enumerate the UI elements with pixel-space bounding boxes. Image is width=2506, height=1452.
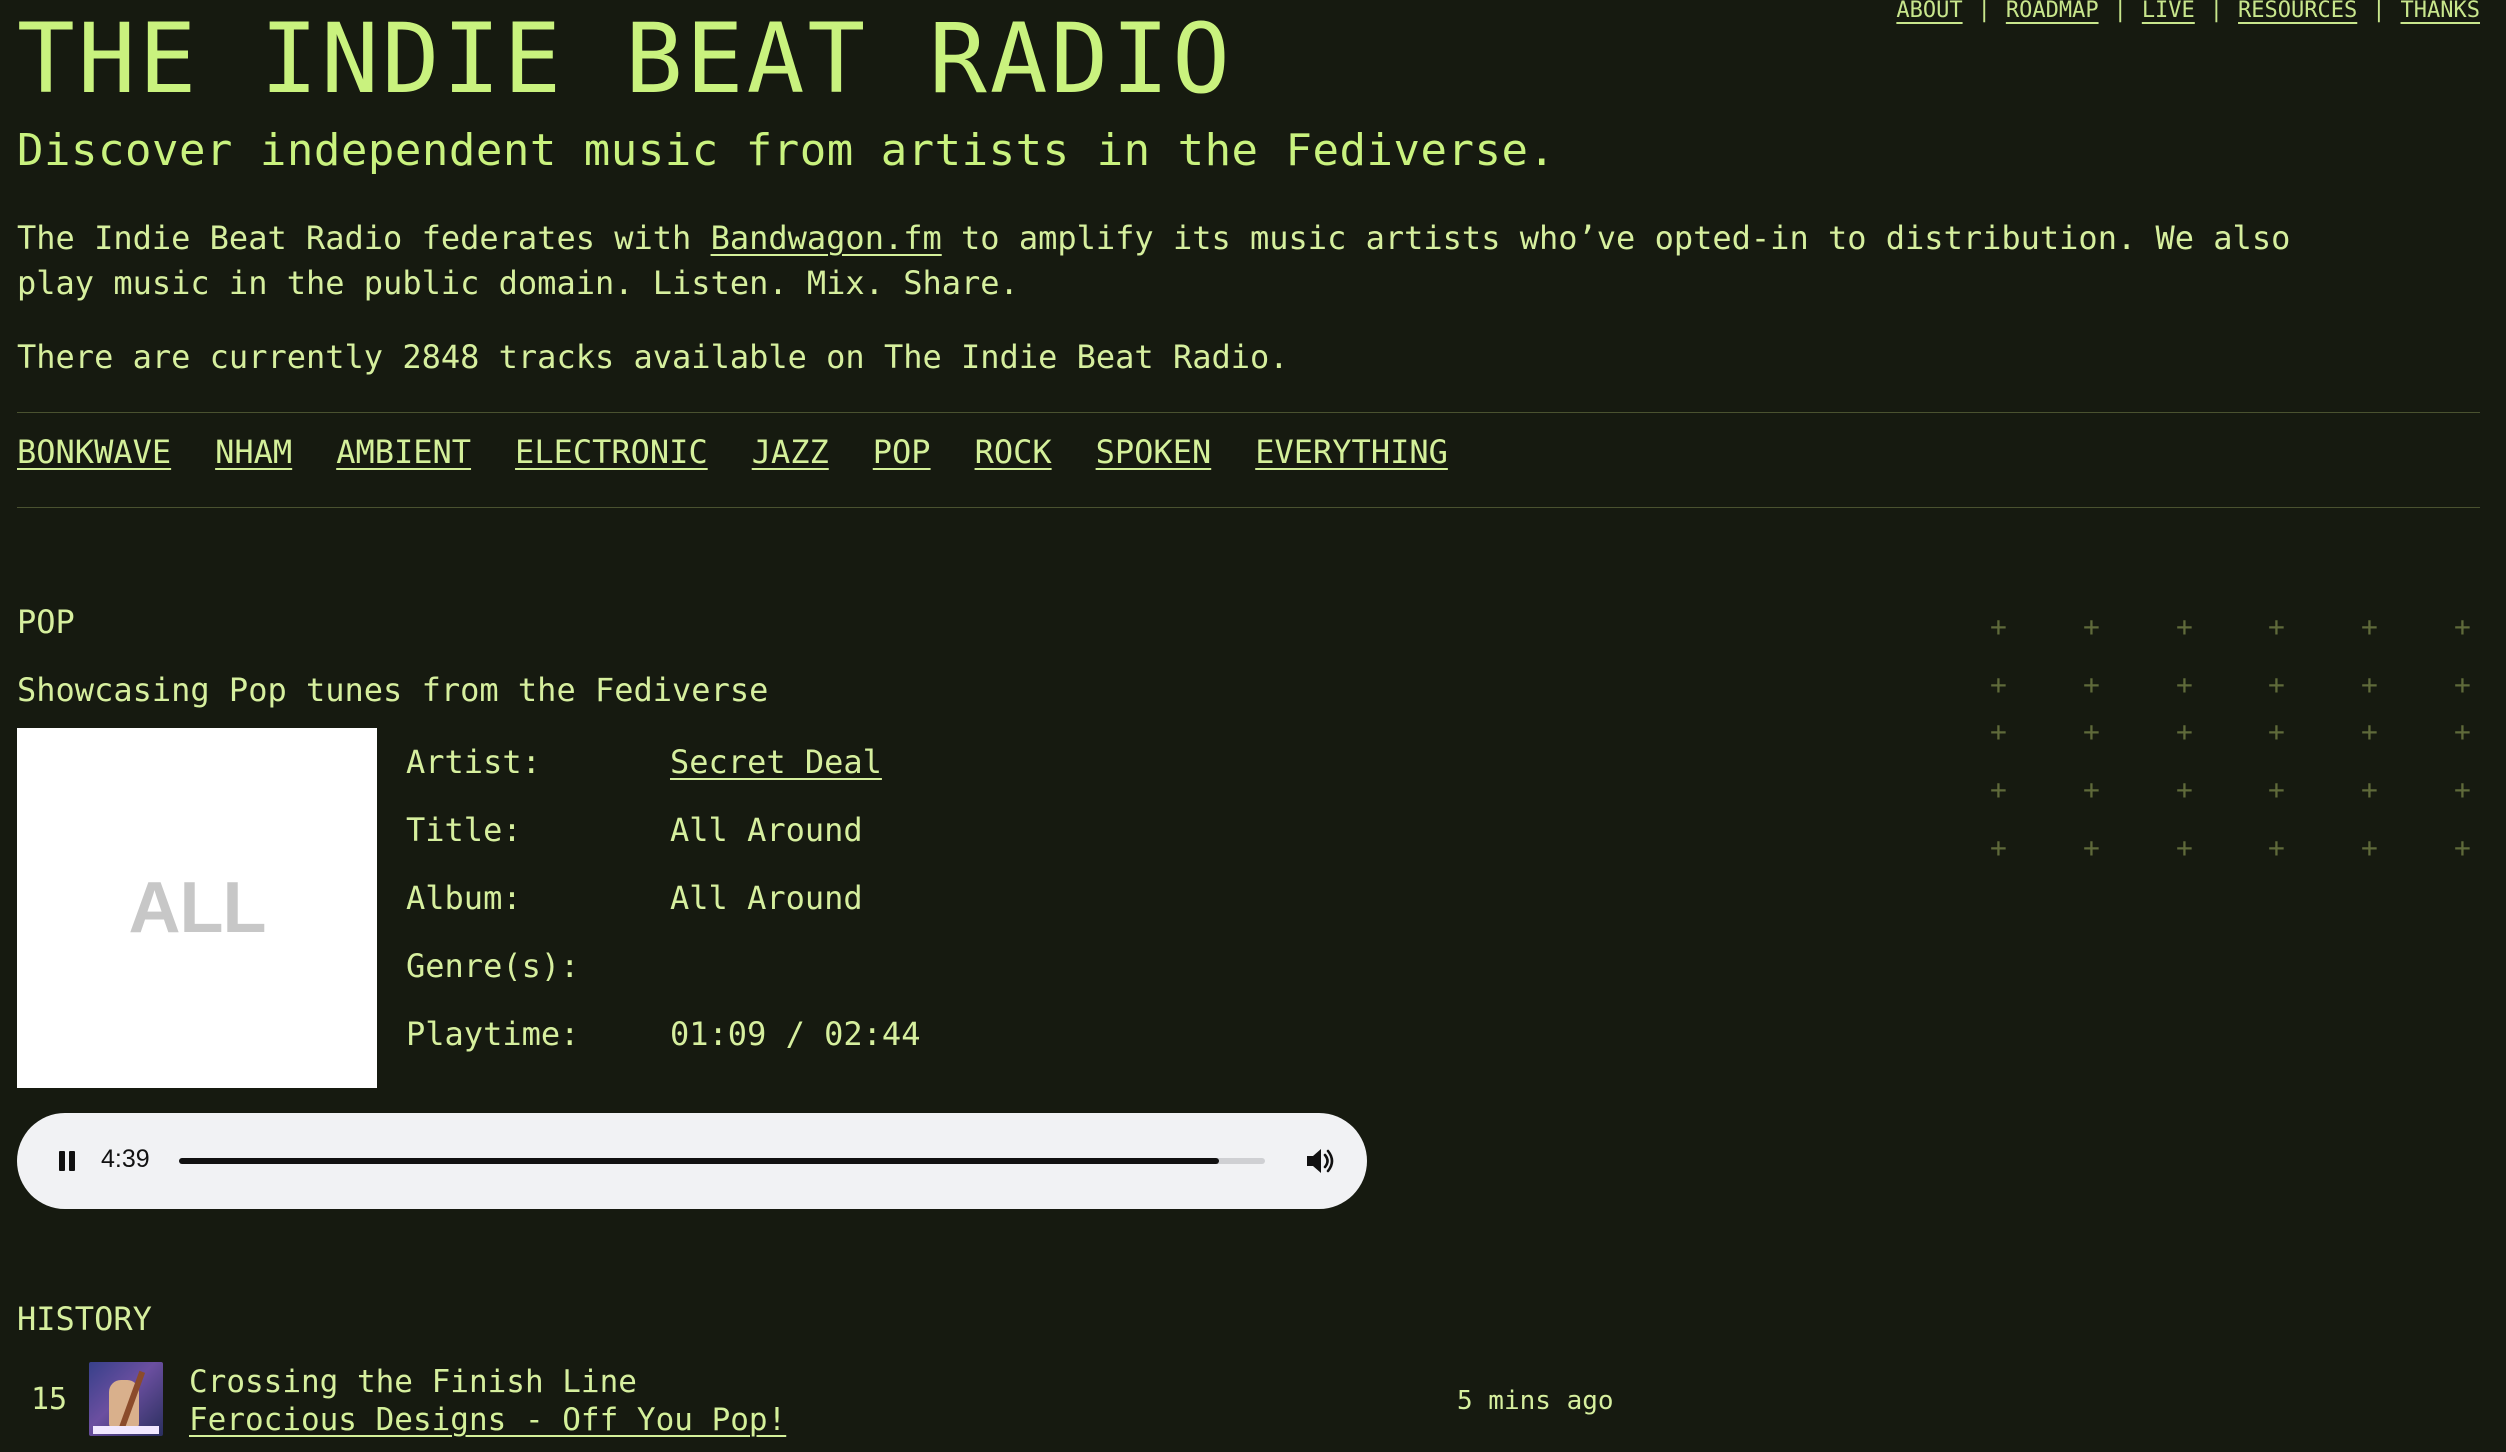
decorative-plus: + [2083, 668, 2100, 701]
decorative-plus: + [2268, 610, 2285, 643]
nav-separator: | [2372, 0, 2386, 23]
site-title: THE INDIE BEAT RADIO [17, 3, 1233, 115]
bandwagon-link[interactable]: Bandwagon.fm [711, 219, 942, 257]
decorative-plus: + [2454, 831, 2471, 864]
genres-label: Genre(s): [406, 947, 580, 985]
genre-link-nham[interactable]: NHAM [215, 433, 292, 471]
nav-separator: | [2209, 0, 2224, 23]
nav-live-link[interactable]: LIVE [2142, 0, 2195, 23]
nav-roadmap-link[interactable]: ROADMAP [2006, 0, 2099, 23]
history-track-title: Crossing the Finish Line [189, 1364, 637, 1400]
genre-link-everything[interactable]: EVERYTHING [1255, 433, 1448, 471]
decorative-plus: + [2083, 715, 2100, 748]
decorative-plus: + [2454, 668, 2471, 701]
decorative-plus: + [1990, 773, 2007, 806]
station-title: POP [17, 603, 75, 641]
playtime-label: Playtime: [406, 1015, 580, 1053]
track-count: There are currently 2848 tracks availabl… [17, 338, 1289, 376]
meta-row-artist: Artist: Secret Deal [406, 728, 920, 796]
decorative-plus: + [2361, 715, 2378, 748]
genre-nav: BONKWAVE NHAM AMBIENT ELECTRONIC JAZZ PO… [17, 433, 1448, 471]
title-value: All Around [670, 811, 863, 849]
divider [17, 412, 2480, 413]
decorative-plus: + [2454, 773, 2471, 806]
decorative-plus: + [2361, 668, 2378, 701]
intro-paragraph: The Indie Beat Radio federates with Band… [17, 216, 2337, 306]
pause-icon[interactable] [55, 1149, 79, 1173]
album-cover-text: ALL AROUND [128, 868, 267, 948]
decorative-plus: + [2268, 668, 2285, 701]
title-label: Title: [406, 811, 522, 849]
genre-link-bonkwave[interactable]: BONKWAVE [17, 433, 171, 471]
progress-fill [179, 1158, 1220, 1164]
playtime-value: 01:09 / 02:44 [670, 1015, 921, 1053]
top-nav: ABOUT | ROADMAP | LIVE | RESOURCES | THA… [1896, 0, 2480, 23]
station-description: Showcasing Pop tunes from the Fediverse [17, 671, 769, 709]
artist-link[interactable]: Secret Deal [670, 743, 882, 781]
decorative-plus: + [2083, 610, 2100, 643]
decorative-plus: + [2268, 715, 2285, 748]
genre-link-ambient[interactable]: AMBIENT [336, 433, 471, 471]
history-thumbnail [89, 1362, 163, 1436]
track-metadata: Artist: Secret Deal Title: All Around Al… [406, 728, 920, 1068]
decorative-plus: + [2176, 831, 2193, 864]
decorative-plus: + [2454, 715, 2471, 748]
album-value: All Around [670, 879, 863, 917]
decorative-plus: + [2361, 610, 2378, 643]
decorative-plus: + [2083, 831, 2100, 864]
meta-row-album: Album: All Around [406, 864, 920, 932]
player-time: 4:39 [101, 1145, 150, 1173]
decorative-plus: + [1990, 715, 2007, 748]
intro-text: The Indie Beat Radio federates with [17, 219, 711, 257]
genre-link-rock[interactable]: ROCK [975, 433, 1052, 471]
decorative-plus: + [2361, 831, 2378, 864]
genre-link-pop[interactable]: POP [873, 433, 931, 471]
audio-player: 4:39 [17, 1113, 1367, 1209]
history-track-link[interactable]: Ferocious Designs - Off You Pop! [189, 1402, 786, 1438]
nav-separator: | [1977, 0, 1991, 23]
decorative-plus: + [2361, 773, 2378, 806]
decorative-plus: + [1990, 610, 2007, 643]
decorative-plus: + [2454, 610, 2471, 643]
album-cover: ALL AROUND [17, 728, 377, 1088]
nav-separator: | [2113, 0, 2127, 23]
meta-row-title: Title: All Around [406, 796, 920, 864]
album-label: Album: [406, 879, 522, 917]
progress-bar[interactable] [179, 1158, 1265, 1164]
decorative-plus: + [1990, 668, 2007, 701]
decorative-plus: + [2268, 831, 2285, 864]
volume-icon[interactable] [1303, 1145, 1337, 1177]
genre-link-jazz[interactable]: JAZZ [752, 433, 829, 471]
history-number: 15 [31, 1382, 68, 1417]
meta-row-playtime: Playtime: 01:09 / 02:44 [406, 1000, 920, 1068]
genre-link-electronic[interactable]: ELECTRONIC [515, 433, 708, 471]
genre-link-spoken[interactable]: SPOKEN [1096, 433, 1212, 471]
nav-resources-link[interactable]: RESOURCES [2238, 0, 2357, 23]
artist-label: Artist: [406, 743, 541, 781]
history-time: 5 mins ago [1457, 1386, 1614, 1416]
decorative-plus: + [2176, 773, 2193, 806]
decorative-plus: + [1990, 831, 2007, 864]
decorative-plus: + [2176, 715, 2193, 748]
decorative-plus: + [2268, 773, 2285, 806]
decorative-plus-grid: + + + + + + + + + + + + + + + + + + + + + + + + + + + + + + [1990, 610, 2490, 870]
nav-thanks-link[interactable]: THANKS [2401, 0, 2480, 23]
divider [17, 507, 2480, 508]
history-title: HISTORY [17, 1300, 152, 1338]
decorative-plus: + [2176, 610, 2193, 643]
decorative-plus: + [2176, 668, 2193, 701]
decorative-plus: + [2083, 773, 2100, 806]
history-item: 15 Crossing the Finish Line Ferocious De… [17, 1362, 1617, 1438]
meta-row-genres: Genre(s): [406, 932, 920, 1000]
nav-about-link[interactable]: ABOUT [1896, 0, 1962, 23]
site-tagline: Discover independent music from artists … [17, 125, 1556, 176]
